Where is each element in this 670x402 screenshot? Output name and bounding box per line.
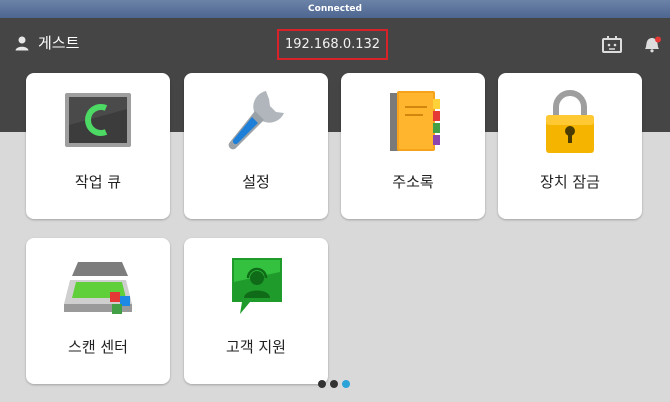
- tile-label: 장치 잠금: [540, 173, 600, 191]
- job-queue-monitor-icon: [65, 93, 131, 147]
- address-book-icon: [390, 91, 440, 151]
- tile-label: 스캔 센터: [68, 338, 128, 356]
- tile-label: 설정: [242, 173, 270, 191]
- user-icon: [15, 36, 29, 50]
- tile-label: 주소록: [392, 173, 434, 191]
- ip-address: 192.168.0.132: [284, 37, 381, 52]
- tile-address-book[interactable]: 주소록: [341, 73, 485, 219]
- tile-customer-support[interactable]: 고객 지원: [184, 238, 328, 384]
- wrench-icon: [228, 91, 284, 150]
- connection-status: Connected: [308, 4, 362, 14]
- tile-settings[interactable]: 설정: [184, 73, 328, 219]
- page-indicator: [318, 380, 350, 388]
- user-account[interactable]: 게스트: [14, 32, 79, 53]
- tile-device-lock[interactable]: 장치 잠금: [498, 73, 642, 219]
- ip-address-box: 192.168.0.132: [277, 29, 388, 60]
- scanner-icon: [64, 262, 132, 314]
- page-dot-active[interactable]: [342, 380, 350, 388]
- support-chat-icon: [232, 258, 282, 314]
- tile-job-queue[interactable]: 작업 큐: [26, 73, 170, 219]
- padlock-icon: [546, 90, 594, 153]
- tile-label: 작업 큐: [74, 173, 122, 191]
- user-name: 게스트: [38, 34, 80, 52]
- tile-scan-center[interactable]: 스캔 센터: [26, 238, 170, 384]
- tile-label: 고객 지원: [226, 338, 286, 356]
- page-dot[interactable]: [318, 380, 326, 388]
- notification-bell-icon[interactable]: [642, 36, 662, 53]
- window-titlebar: Connected: [0, 0, 670, 18]
- page-dot[interactable]: [330, 380, 338, 388]
- device-status-icon[interactable]: [602, 36, 622, 53]
